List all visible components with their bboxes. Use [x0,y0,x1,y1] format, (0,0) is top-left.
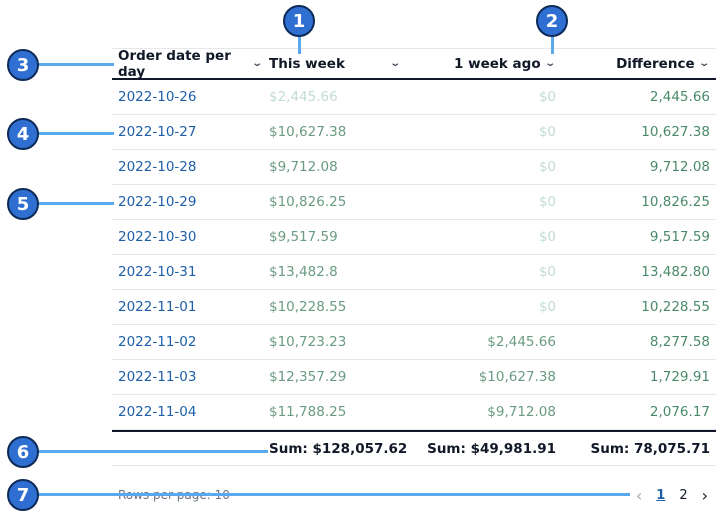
this-week-value: $11,788.25 [269,404,347,420]
difference-value: 10,228.55 [641,299,710,315]
table-row: 2022-10-27 $10,627.38 $0 10,627.38 [112,115,716,150]
callout-badge-2: 2 [536,5,568,37]
chevron-down-icon[interactable]: ⌄ [389,58,401,69]
column-header-label: 1 week ago [454,55,541,72]
chevron-left-icon[interactable]: ‹ [636,486,642,505]
sum-this-week: Sum: $128,057.62 [269,440,408,457]
difference-value: 10,826.25 [641,194,710,210]
callout-3-line [38,63,114,66]
week-ago-value: $2,445.66 [487,334,556,350]
table-row: 2022-10-26 $2,445.66 $0 2,445.66 [112,80,716,115]
column-header-week-ago[interactable]: 1 week ago ⌄ [409,49,558,78]
column-header-this-week[interactable]: This week ⌄ [261,49,409,78]
callout-4-line [38,132,114,135]
column-header-label: This week [269,55,345,72]
sum-week-ago: Sum: $49,981.91 [427,440,556,457]
date-link[interactable]: 2022-11-01 [112,299,261,315]
this-week-value: $10,826.25 [269,194,347,210]
date-link[interactable]: 2022-10-29 [112,194,261,210]
week-ago-value: $0 [538,299,556,315]
difference-value: 8,277.58 [649,334,710,350]
column-header-order-date[interactable]: Order date per day ⌄ [112,47,263,80]
difference-value: 1,729.91 [649,369,710,385]
difference-value: 2,445.66 [649,89,710,105]
date-link[interactable]: 2022-11-03 [112,369,261,385]
callout-7-line [38,493,630,496]
table-row: 2022-11-02 $10,723.23 $2,445.66 8,277.58 [112,325,716,360]
chevron-down-icon[interactable]: ⌄ [251,58,263,69]
callout-5-line [38,202,114,205]
date-link[interactable]: 2022-10-30 [112,229,261,245]
table-row: 2022-10-31 $13,482.8 $0 13,482.80 [112,255,716,290]
callout-badge-7: 7 [7,479,39,511]
page-link-2[interactable]: 2 [679,488,687,503]
callout-badge-1: 1 [283,5,315,37]
callout-badge-6: 6 [7,436,39,468]
date-link[interactable]: 2022-11-04 [112,404,261,420]
date-link[interactable]: 2022-10-31 [112,264,261,280]
difference-value: 2,076.17 [649,404,710,420]
this-week-value: $10,228.55 [269,299,347,315]
table-row: 2022-11-03 $12,357.29 $10,627.38 1,729.9… [112,360,716,395]
callout-2-line [551,36,554,54]
date-link[interactable]: 2022-11-02 [112,334,261,350]
week-ago-value: $0 [538,89,556,105]
column-header-label: Order date per day [118,47,231,80]
table-row: 2022-10-30 $9,517.59 $0 9,517.59 [112,220,716,255]
this-week-value: $10,723.23 [269,334,347,350]
week-ago-value: $10,627.38 [478,369,556,385]
table-row: 2022-10-28 $9,712.08 $0 9,712.08 [112,150,716,185]
this-week-value: $12,357.29 [269,369,347,385]
week-ago-value: $0 [538,194,556,210]
pagination: ‹ 1 2 › [636,486,708,505]
chevron-down-icon[interactable]: ⌄ [544,58,556,69]
week-ago-value: $0 [538,264,556,280]
difference-value: 10,627.38 [641,124,710,140]
callout-6-line [38,450,268,453]
table-header: Order date per day ⌄ This week ⌄ 1 week … [112,48,716,80]
week-ago-value: $9,712.08 [487,404,556,420]
this-week-value: $9,517.59 [269,229,338,245]
table-footer: Rows per page: 10 ‹ 1 2 › [112,484,716,508]
week-ago-value: $0 [538,159,556,175]
column-header-difference[interactable]: Difference ⌄ [558,49,716,78]
chevron-right-icon[interactable]: › [702,486,708,505]
table-row: 2022-11-04 $11,788.25 $9,712.08 2,076.17 [112,395,716,430]
difference-value: 9,517.59 [649,229,710,245]
sum-difference: Sum: 78,075.71 [590,440,710,457]
date-link[interactable]: 2022-10-28 [112,159,261,175]
callout-badge-3: 3 [7,49,39,81]
callout-1-line [298,36,301,54]
this-week-value: $10,627.38 [269,124,347,140]
week-ago-value: $0 [538,229,556,245]
page-link-1[interactable]: 1 [656,488,665,503]
summary-row: Sum: $128,057.62 Sum: $49,981.91 Sum: 78… [112,430,716,466]
this-week-value: $9,712.08 [269,159,338,175]
this-week-value: $13,482.8 [269,264,338,280]
difference-value: 9,712.08 [649,159,710,175]
difference-value: 13,482.80 [641,264,710,280]
data-table: Order date per day ⌄ This week ⌄ 1 week … [112,48,716,466]
callout-badge-4: 4 [7,118,39,150]
week-ago-value: $0 [538,124,556,140]
this-week-value: $2,445.66 [269,89,338,105]
chevron-down-icon[interactable]: ⌄ [698,58,710,69]
column-header-label: Difference [616,55,695,72]
table-row: 2022-11-01 $10,228.55 $0 10,228.55 [112,290,716,325]
callout-badge-5: 5 [7,188,39,220]
date-link[interactable]: 2022-10-27 [112,124,261,140]
table-row: 2022-10-29 $10,826.25 $0 10,826.25 [112,185,716,220]
date-link[interactable]: 2022-10-26 [112,89,261,105]
